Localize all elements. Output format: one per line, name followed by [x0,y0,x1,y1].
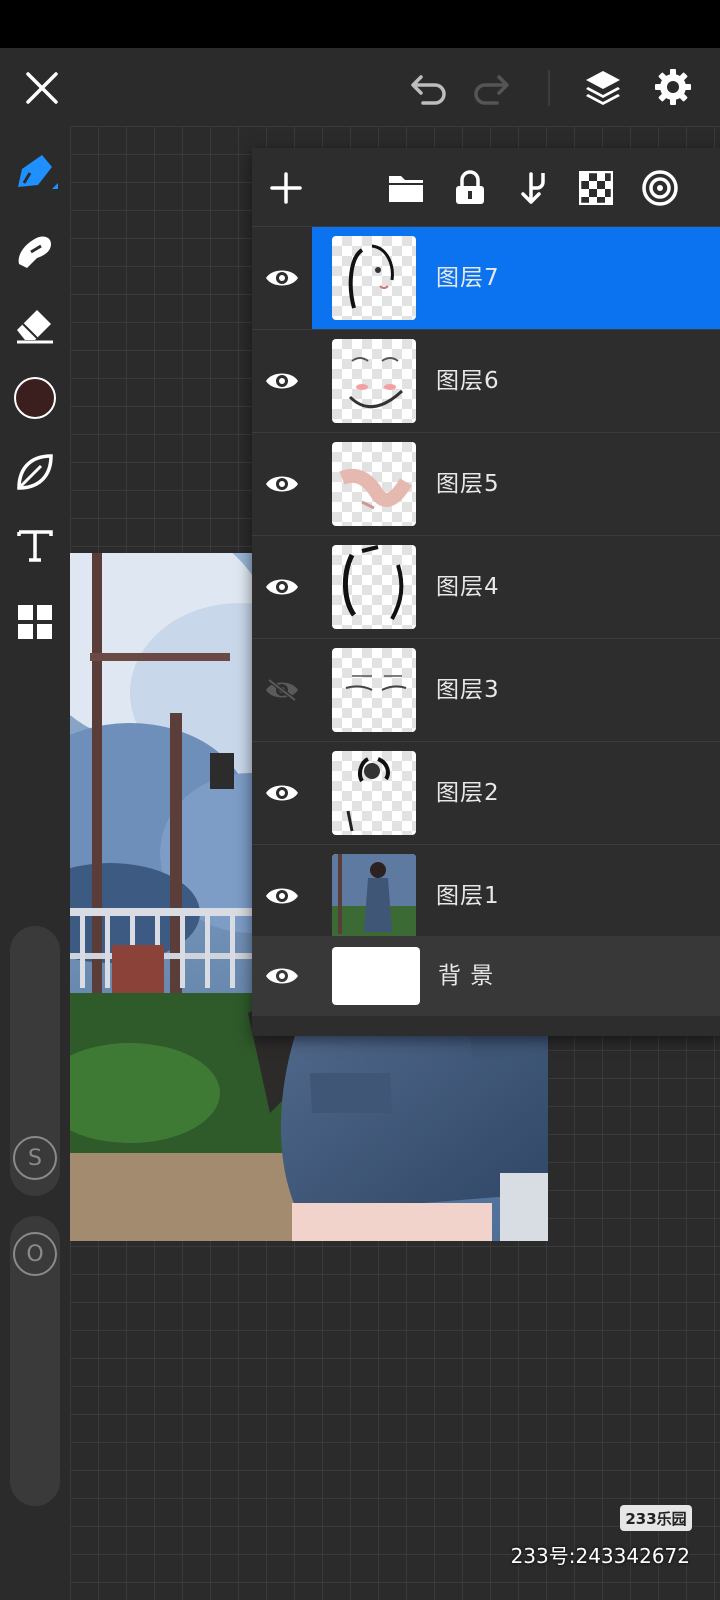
brush-size-slider[interactable]: S [10,926,60,1196]
eye-icon [266,968,298,984]
layer-select-area[interactable]: 图层1 [312,845,720,947]
watermark-logo: 233乐园 [620,1505,692,1531]
layer-row[interactable]: 图层3 [252,638,720,741]
layers-toolbar [252,148,720,228]
layer-name: 图层2 [436,780,500,806]
eye-icon [266,270,298,286]
undo-button[interactable] [404,64,454,112]
redo-icon [474,75,509,105]
layer-name: 图层5 [436,471,500,497]
layer-select-area[interactable]: 图层7 [312,227,720,329]
folder-button[interactable] [380,162,432,214]
text-tool[interactable] [0,516,70,576]
grid-tool[interactable] [0,592,70,652]
visibility-toggle[interactable] [252,639,312,741]
lock-icon [456,170,484,204]
layer-thumbnail [332,236,416,320]
layer-row[interactable]: 图层6 [252,329,720,432]
visibility-toggle[interactable] [252,433,312,535]
settings-button[interactable] [648,62,698,112]
layer-name: 图层1 [436,883,500,909]
layer-thumbnail [332,545,416,629]
smudge-tool[interactable] [0,220,70,280]
alpha-lock-button[interactable] [570,162,622,214]
layer-thumbnail [332,947,420,1005]
visibility-toggle[interactable] [252,330,312,432]
layer-row[interactable]: 图层4 [252,535,720,638]
visibility-toggle[interactable] [252,536,312,638]
background-layer-row[interactable]: 背 景 [252,936,720,1016]
leaf-brush-tool[interactable] [0,442,70,502]
visibility-toggle[interactable] [252,227,312,329]
layers-button[interactable] [578,62,628,112]
close-icon [26,72,58,104]
layer-select-area[interactable]: 图层5 [312,433,720,535]
merge-down-button[interactable] [508,162,560,214]
eraser-icon [17,310,53,344]
blend-icon [642,170,678,206]
topbar-divider [548,70,550,106]
text-icon [17,530,53,562]
layer-select-area[interactable]: 图层3 [312,639,720,741]
layer-row[interactable]: 图层7 [252,226,720,329]
opacity-slider[interactable]: O [10,1216,60,1506]
visibility-toggle[interactable] [252,936,312,1016]
layer-name: 背 景 [438,963,495,989]
watermark-id: 233号:243342672 [510,1544,690,1568]
eraser-tool[interactable] [0,294,70,354]
layer-name: 图层6 [436,368,500,394]
leaf-brush-icon [17,454,53,490]
layer-name: 图层7 [436,265,500,291]
visibility-toggle[interactable] [252,845,312,947]
undo-icon [411,75,446,105]
settings-icon [655,69,691,105]
eye-icon [266,373,298,389]
status-bar [0,0,720,48]
layer-select-area[interactable]: 图层4 [312,536,720,638]
layer-name: 图层3 [436,677,500,703]
visibility-toggle[interactable] [252,742,312,844]
opacity-slider-label: O [26,1241,44,1267]
size-slider-handle[interactable]: S [13,1136,57,1180]
layer-thumbnail [332,854,416,938]
merge-down-icon [521,172,545,204]
color-swatch[interactable] [0,368,70,428]
layers-panel: 图层7 图层6 图层5 图层4 图层3 图层2 图层1 背 景 [252,148,720,1036]
top-bar [0,48,720,126]
layers-icon [586,71,620,105]
opacity-slider-handle[interactable]: O [13,1232,57,1276]
tool-sidebar: S O [0,126,70,1600]
smudge-icon [18,236,51,268]
add-layer-button[interactable] [260,162,312,214]
checker-icon [579,171,613,205]
lock-button[interactable] [444,162,496,214]
layer-thumbnail [332,751,416,835]
layer-name: 图层4 [436,574,500,600]
layer-select-area[interactable]: 图层6 [312,330,720,432]
close-button[interactable] [18,64,66,112]
folder-icon [389,176,423,202]
size-slider-label: S [28,1145,42,1171]
eye-icon [266,785,298,801]
layer-row[interactable]: 图层5 [252,432,720,535]
layer-row[interactable]: 图层1 [252,844,720,947]
layer-select-area[interactable]: 图层2 [312,742,720,844]
layer-row[interactable]: 图层2 [252,741,720,844]
layer-thumbnail [332,339,416,423]
blend-mode-button[interactable] [634,162,686,214]
eye-icon [266,888,298,904]
grid-icon [18,605,52,639]
layer-thumbnail [332,442,416,526]
redo-button[interactable] [466,64,516,112]
eye-hidden-icon [266,678,298,702]
pen-tool[interactable] [0,142,70,202]
layer-thumbnail [332,648,416,732]
eye-icon [266,476,298,492]
add-icon [270,172,302,204]
pen-icon [18,155,58,189]
eye-icon [266,579,298,595]
